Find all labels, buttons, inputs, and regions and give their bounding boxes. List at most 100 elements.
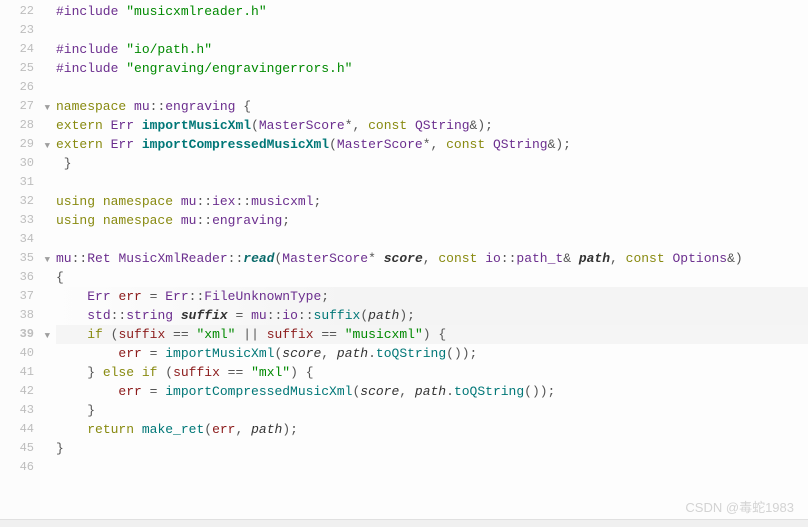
token-kw: namespace: [56, 99, 126, 114]
line-number: 33: [0, 211, 40, 230]
token-pl: [56, 289, 87, 304]
token-arg: path: [251, 422, 282, 437]
token-pl: [56, 384, 118, 399]
token-fn: importMusicXml: [165, 346, 274, 361]
token-kw: extern: [56, 137, 103, 152]
token-fnb: importMusicXml: [142, 118, 251, 133]
token-pp: #include: [56, 4, 126, 19]
token-typ: MasterScore: [337, 137, 423, 152]
token-pl: [56, 422, 87, 437]
line-number: 39▼: [0, 325, 40, 344]
token-pl: &);: [470, 118, 493, 133]
code-line[interactable]: [56, 21, 808, 40]
token-str: "musicxmlreader.h": [126, 4, 266, 19]
line-number: 37: [0, 287, 40, 306]
token-pl: [134, 422, 142, 437]
line-number: 40: [0, 344, 40, 363]
line-number: 32: [0, 192, 40, 211]
token-pl: (: [329, 137, 337, 152]
token-typ: Err: [111, 118, 134, 133]
token-typ: io: [282, 308, 298, 323]
token-pl: );: [399, 308, 415, 323]
code-line[interactable]: err = importCompressedMusicXml(score, pa…: [56, 382, 808, 401]
token-pl: .: [368, 346, 376, 361]
token-pl: ) {: [423, 327, 446, 342]
token-pl: [173, 308, 181, 323]
token-arg: path: [415, 384, 446, 399]
token-typ: QString: [493, 137, 548, 152]
token-pl: ,: [321, 346, 337, 361]
code-line[interactable]: [56, 458, 808, 477]
code-line[interactable]: return make_ret(err, path);: [56, 420, 808, 439]
code-editor[interactable]: 222324252627▼2829▼303132333435▼36373839▼…: [0, 0, 808, 527]
token-pl: );: [282, 422, 298, 437]
token-pl: =: [228, 308, 251, 323]
code-line[interactable]: extern Err importMusicXml(MasterScore*, …: [56, 116, 808, 135]
code-line[interactable]: [56, 173, 808, 192]
token-typ: engraving: [165, 99, 235, 114]
token-typ: engraving: [212, 213, 282, 228]
code-line[interactable]: err = importMusicXml(score, path.toQStri…: [56, 344, 808, 363]
code-line[interactable]: mu::Ret MusicXmlReader::read(MasterScore…: [56, 249, 808, 268]
code-area[interactable]: #include "musicxmlreader.h"#include "io/…: [40, 0, 808, 527]
token-pl: ());: [524, 384, 555, 399]
code-line[interactable]: namespace mu::engraving {: [56, 97, 808, 116]
code-line[interactable]: }: [56, 439, 808, 458]
code-line[interactable]: {: [56, 268, 808, 287]
code-line[interactable]: [56, 230, 808, 249]
code-line[interactable]: [56, 78, 808, 97]
line-number: 43: [0, 401, 40, 420]
token-kw: using: [56, 213, 95, 228]
token-pl: [103, 118, 111, 133]
code-line[interactable]: }: [56, 154, 808, 173]
token-str: "io/path.h": [126, 42, 212, 57]
code-line[interactable]: }: [56, 401, 808, 420]
token-kw: namespace: [103, 194, 173, 209]
code-line[interactable]: } else if (suffix == "mxl") {: [56, 363, 808, 382]
token-pl: (: [157, 365, 173, 380]
token-arg: score: [282, 346, 321, 361]
code-line[interactable]: Err err = Err::FileUnknownType;: [56, 287, 808, 306]
token-id: suffix: [267, 327, 314, 342]
token-pl: ::: [111, 308, 127, 323]
token-typ: MasterScore: [282, 251, 368, 266]
code-line[interactable]: #include "engraving/engravingerrors.h": [56, 59, 808, 78]
token-pl: [56, 308, 87, 323]
token-pl: ::: [150, 99, 166, 114]
bottom-bar: [0, 519, 808, 527]
token-argb: score: [384, 251, 423, 266]
token-fnbi: read: [243, 251, 274, 266]
code-line[interactable]: #include "musicxmlreader.h": [56, 2, 808, 21]
token-pl: .: [446, 384, 454, 399]
code-line[interactable]: std::string suffix = mu::io::suffix(path…: [56, 306, 808, 325]
code-line[interactable]: extern Err importCompressedMusicXml(Mast…: [56, 135, 808, 154]
token-pl: *: [368, 251, 384, 266]
token-arg: score: [360, 384, 399, 399]
token-pl: &);: [548, 137, 571, 152]
line-number: 41: [0, 363, 40, 382]
token-pl: *,: [423, 137, 446, 152]
code-line[interactable]: #include "io/path.h": [56, 40, 808, 59]
token-pl: [407, 118, 415, 133]
token-pl: ::: [196, 213, 212, 228]
token-pl: [134, 118, 142, 133]
line-number: 24: [0, 40, 40, 59]
token-id: err: [118, 346, 141, 361]
token-kw: if: [87, 327, 103, 342]
code-line[interactable]: using namespace mu::iex::musicxml;: [56, 192, 808, 211]
token-typ: io: [485, 251, 501, 266]
token-pl: ,: [423, 251, 439, 266]
token-pl: ());: [446, 346, 477, 361]
token-pl: [56, 327, 87, 342]
token-pl: ,: [399, 384, 415, 399]
token-typ: Err: [111, 137, 134, 152]
token-pl: }: [56, 365, 103, 380]
token-typ: string: [126, 308, 173, 323]
line-number: 45: [0, 439, 40, 458]
token-pl: ::: [196, 194, 212, 209]
token-kw: else: [103, 365, 134, 380]
token-pl: ;: [282, 213, 290, 228]
token-kw: namespace: [103, 213, 173, 228]
code-line[interactable]: using namespace mu::engraving;: [56, 211, 808, 230]
code-line[interactable]: if (suffix == "xml" || suffix == "musicx…: [56, 325, 808, 344]
